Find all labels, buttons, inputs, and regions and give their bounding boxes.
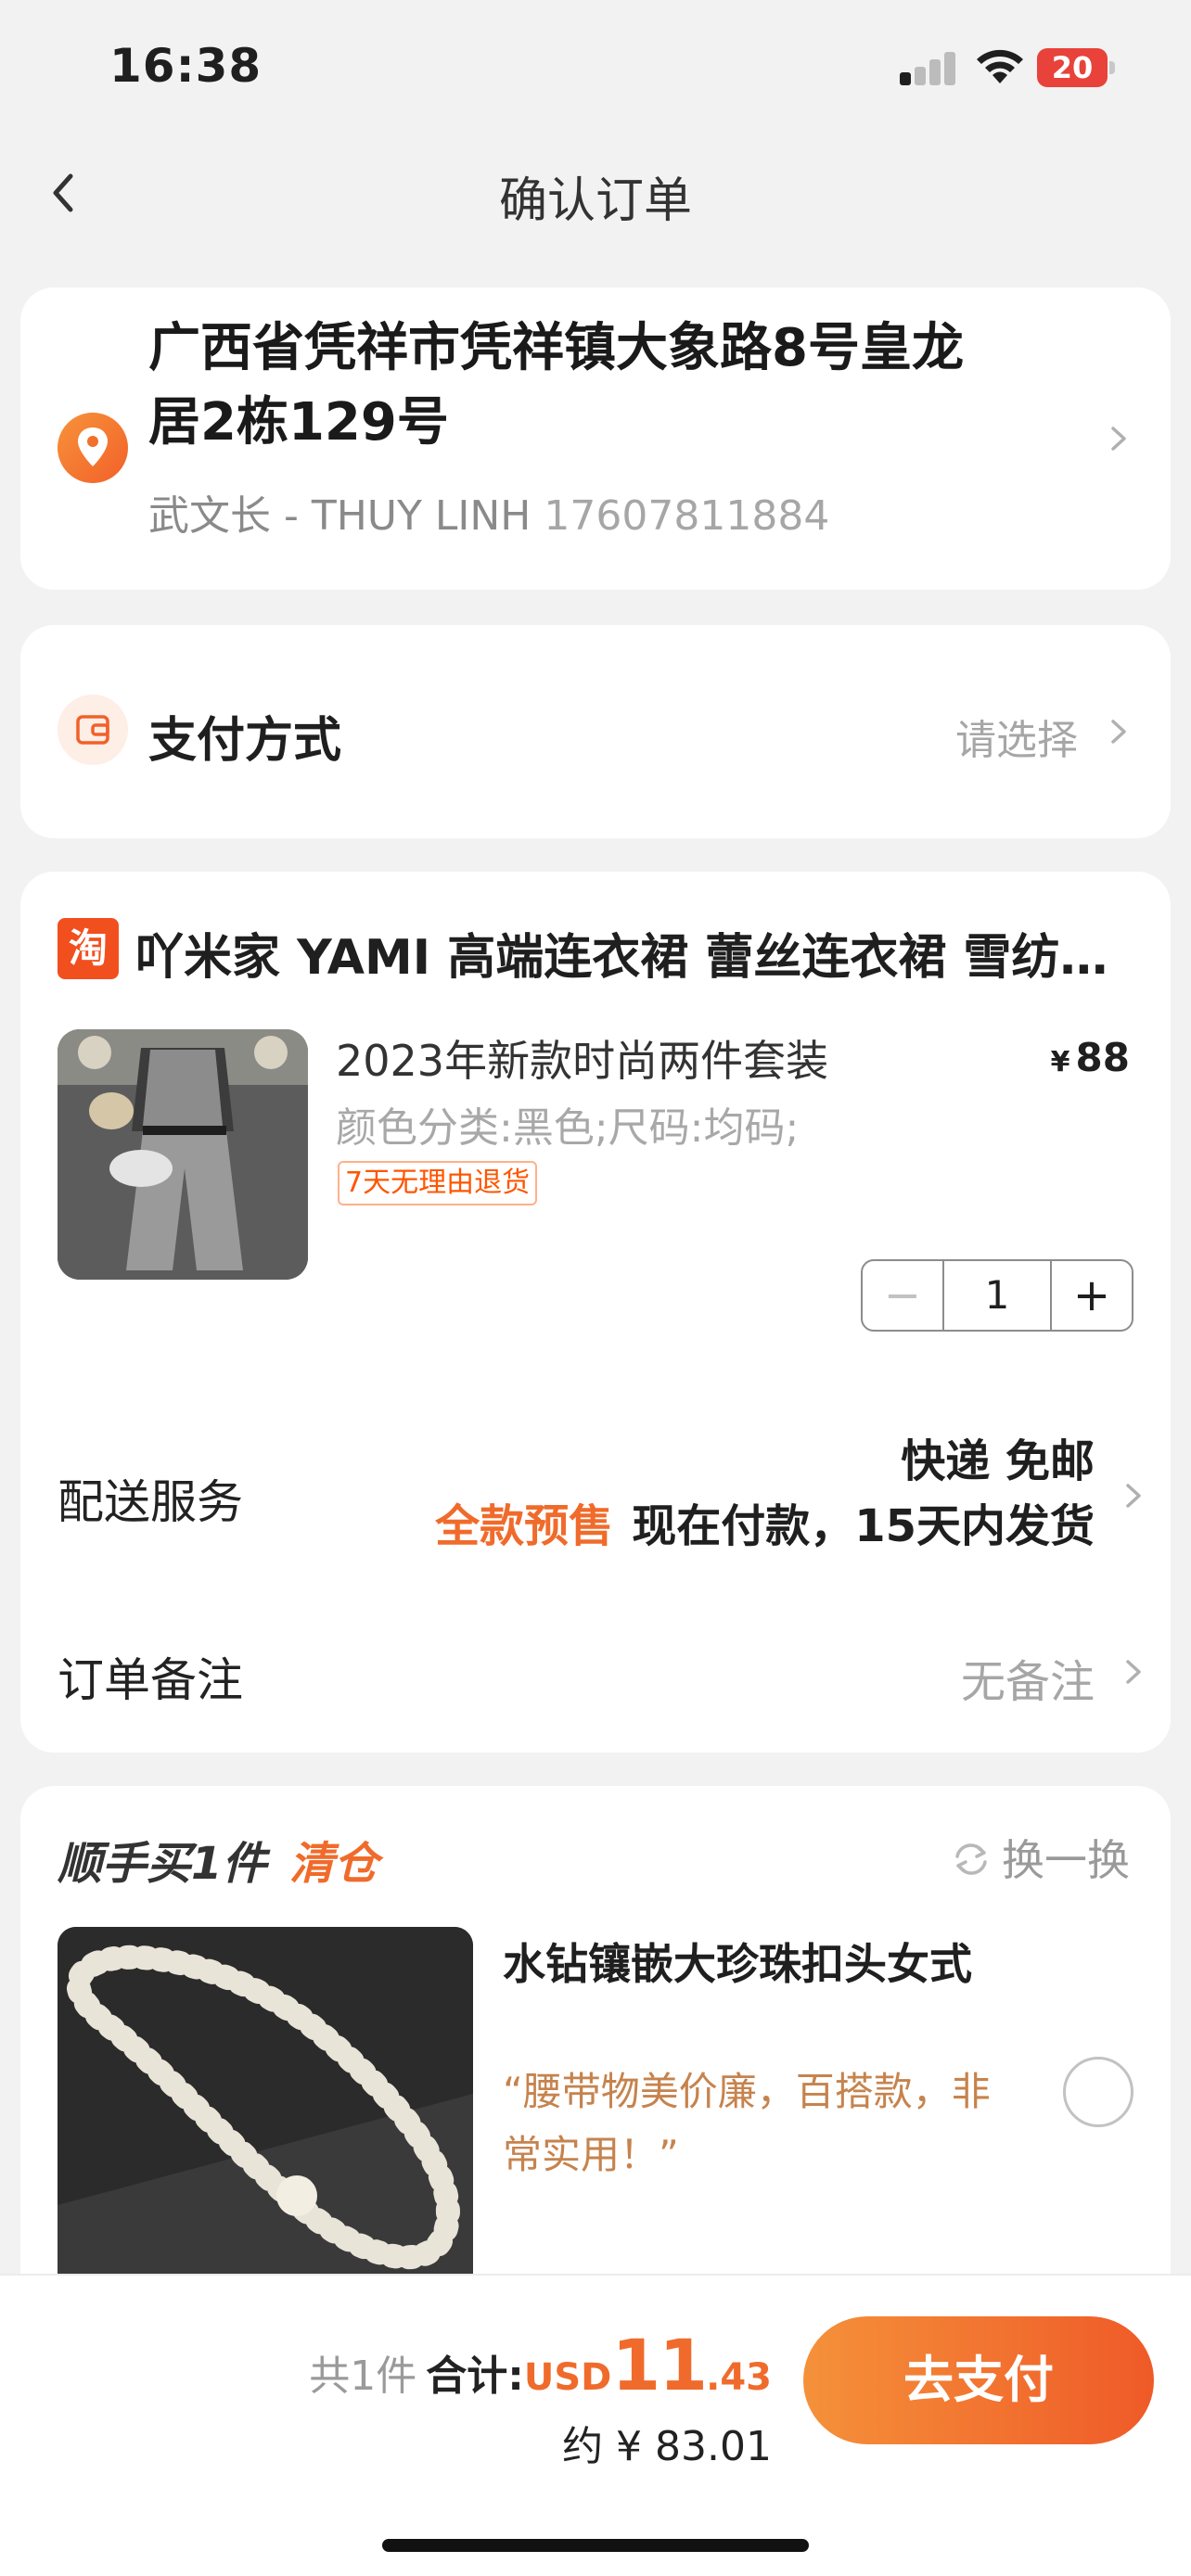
shipping-method[interactable]: 快递 免邮 — [901, 1424, 1095, 1489]
address-card[interactable]: 广西省凭祥市凭祥镇大象路8号皇龙 居2栋129号 武文长 - THUY LINH… — [20, 287, 1171, 590]
payment-method-label: 支付方式 — [148, 713, 342, 769]
order-total: 共1件 合计:USD11.43 — [309, 2324, 772, 2406]
shipping-presale-info[interactable]: 全款预售 现在付款，15天内发货 — [435, 1489, 1095, 1554]
increase-quantity-button[interactable]: + — [1052, 1261, 1132, 1330]
address-line-1: 广西省凭祥市凭祥镇大象路8号皇龙 — [148, 318, 964, 378]
battery-level: 20 — [1037, 48, 1108, 87]
order-note-label: 订单备注 — [58, 1653, 243, 1707]
product-image[interactable] — [58, 1029, 308, 1280]
total-currency: USD — [523, 2356, 612, 2399]
quantity-stepper: − 1 + — [861, 1259, 1133, 1332]
chevron-right-icon — [1111, 720, 1126, 744]
decrease-quantity-button[interactable]: − — [863, 1261, 942, 1330]
wifi-icon — [977, 49, 1023, 83]
battery-icon: 20 — [1037, 48, 1115, 87]
product-title: 2023年新款时尚两件套装 — [336, 1036, 829, 1086]
approx-cny-total: 约 ¥ 83.01 — [562, 2423, 772, 2470]
nav-bar: 确认订单 — [0, 139, 1191, 250]
recommendation-title: 顺手买1件 — [58, 1838, 267, 1890]
recommended-product-name[interactable]: 水钻镶嵌大珍珠扣头女式 — [503, 1931, 972, 1992]
chevron-right-icon — [1111, 427, 1126, 451]
price-value: 88 — [1075, 1035, 1130, 1080]
wallet-icon — [58, 695, 128, 765]
pay-button[interactable]: 去支付 — [803, 2316, 1154, 2444]
cellular-signal-icon — [900, 52, 957, 85]
recommended-product-image[interactable] — [58, 1927, 473, 2298]
order-note-value[interactable]: 无备注 — [961, 1645, 1095, 1710]
return-policy-badge: 7天无理由退货 — [338, 1161, 538, 1205]
page-title: 确认订单 — [498, 173, 692, 229]
select-recommendation-checkbox[interactable] — [1063, 2057, 1133, 2127]
payment-method-value: 请选择 — [955, 717, 1078, 764]
shop-name[interactable]: 吖米家 YAMI 高端连衣裙 蕾丝连衣裙 雪纺… — [135, 918, 1146, 988]
shipping-label: 配送服务 — [58, 1475, 243, 1529]
swap-label: 换一换 — [1002, 1835, 1130, 1885]
product-spec: 颜色分类:黑色;尺码:均码; — [336, 1104, 800, 1152]
order-card: 淘 吖米家 YAMI 高端连衣裙 蕾丝连衣裙 雪纺… 2023年新款时尚两件套装… — [20, 872, 1171, 1753]
swap-button[interactable]: 换一换 — [948, 1827, 1130, 1888]
delivery-time: 现在付款，15天内发货 — [632, 1500, 1095, 1552]
price-currency-symbol: ¥ — [1050, 1046, 1070, 1078]
contact-name: 武文长 - THUY LINH — [148, 492, 531, 540]
item-count: 共1件 — [309, 2353, 417, 2400]
chevron-right-icon — [1126, 1484, 1141, 1508]
clearance-tag: 清仓 — [289, 1838, 379, 1890]
address-contact: 武文长 - THUY LINH 17607811884 — [148, 482, 829, 542]
refresh-icon — [955, 1843, 987, 1875]
product-price: ¥88 — [1051, 1035, 1130, 1080]
location-pin-icon — [58, 413, 128, 483]
address-line-2: 居2栋129号 — [148, 392, 449, 453]
presale-tag: 全款预售 — [435, 1500, 614, 1552]
status-time: 16:38 — [109, 39, 263, 93]
taobao-shop-icon: 淘 — [58, 918, 119, 979]
total-amount-integer: 11 — [611, 2324, 708, 2406]
status-bar: 16:38 20 — [0, 0, 1191, 139]
home-indicator — [382, 2539, 809, 2552]
quantity-value[interactable]: 1 — [942, 1261, 1052, 1330]
total-amount-decimal: .43 — [706, 2356, 772, 2399]
contact-phone: 17607811884 — [544, 492, 830, 540]
total-label: 合计: — [426, 2353, 524, 2400]
checkout-bar: 共1件 合计:USD11.43 约 ¥ 83.01 去支付 — [0, 2274, 1191, 2576]
recommended-product-review: “腰带物美价廉，百搭款，非常实用！” — [503, 2069, 991, 2177]
chevron-right-icon — [1126, 1660, 1141, 1684]
payment-method-card[interactable]: 支付方式 请选择 — [20, 625, 1171, 838]
